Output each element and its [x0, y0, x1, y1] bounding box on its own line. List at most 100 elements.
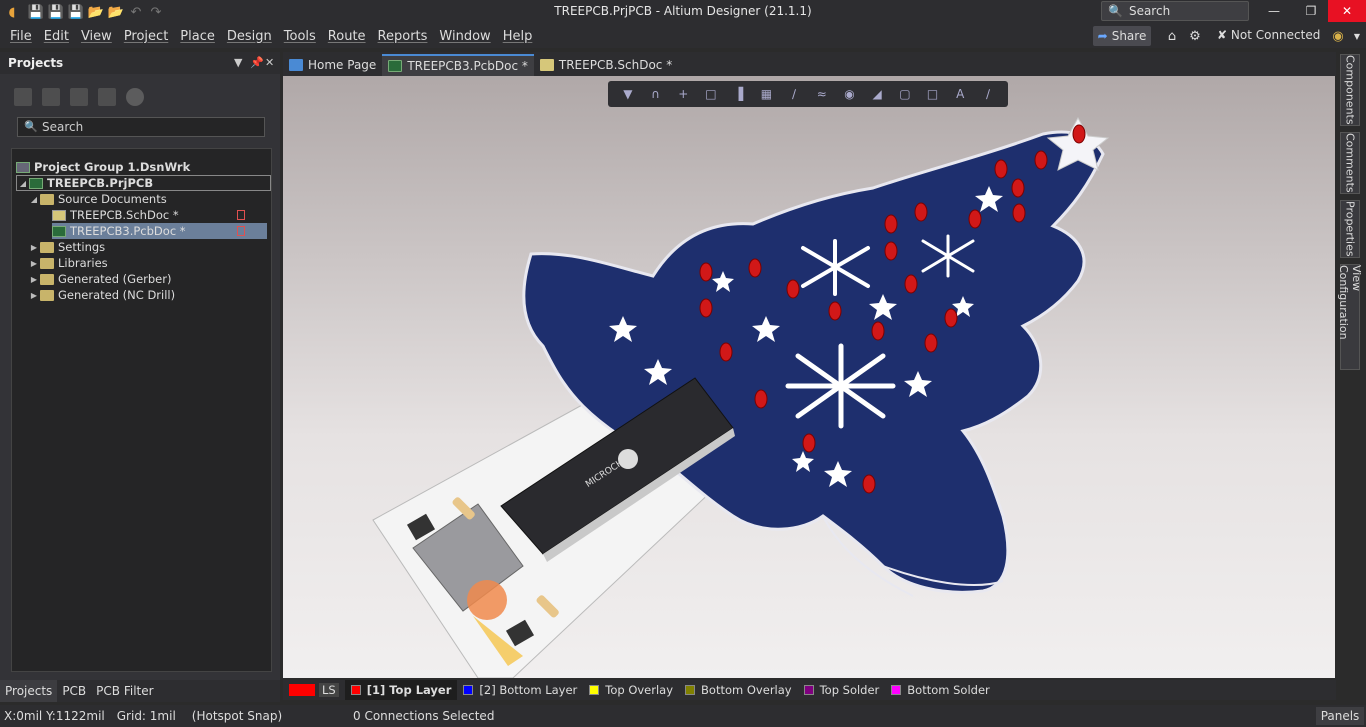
expand-arrow-icon[interactable]: ▶ — [28, 275, 40, 284]
folder-settings-icon[interactable] — [98, 88, 116, 106]
modified-icon — [237, 226, 245, 236]
save-copy-icon[interactable]: 💾 — [66, 2, 86, 22]
save-icon[interactable]: 💾 — [26, 2, 46, 22]
tab-pcbdoc[interactable]: TREEPCB3.PcbDoc * — [382, 54, 534, 76]
keepout-icon[interactable]: □ — [925, 86, 941, 102]
tab-pcb[interactable]: PCB — [57, 680, 91, 702]
line-icon[interactable]: ∕ — [980, 86, 996, 102]
menu-tools[interactable]: Tools — [278, 29, 322, 44]
open-icon[interactable]: 📂 — [86, 2, 106, 22]
menu-reports[interactable]: Reports — [372, 29, 434, 44]
panel-close-icon[interactable]: ✕ — [265, 56, 274, 69]
pin-icon[interactable]: 📌 — [250, 56, 264, 69]
tree-item-gerber[interactable]: ▶ Generated (Gerber) — [28, 271, 283, 287]
menu-view[interactable]: View — [75, 29, 118, 44]
altium-logo-icon: ◖ — [8, 4, 16, 20]
tree-item-source-documents[interactable]: ◢ Source Documents — [28, 191, 283, 207]
via-icon[interactable]: ◉ — [841, 86, 857, 102]
redo-icon[interactable]: ↷ — [146, 2, 166, 22]
folder-icon — [40, 289, 54, 301]
tree-item-group[interactable]: Project Group 1.DsnWrk — [16, 159, 271, 175]
menu-route[interactable]: Route — [322, 29, 372, 44]
compile-icon[interactable] — [42, 88, 60, 106]
minimize-button[interactable]: — — [1256, 0, 1292, 22]
tree-item-schdoc[interactable]: TREEPCB.SchDoc * — [52, 207, 267, 223]
component-icon[interactable]: ▦ — [758, 86, 774, 102]
layer-tab-top-overlay[interactable]: Top Overlay — [583, 680, 679, 700]
polygon-icon[interactable]: ◢ — [869, 86, 885, 102]
route-icon[interactable]: ∕ — [786, 86, 802, 102]
open-project-icon[interactable]: 📂 — [106, 2, 126, 22]
share-button[interactable]: ➦ Share — [1093, 26, 1151, 46]
close-button[interactable]: ✕ — [1328, 0, 1366, 22]
undo-icon[interactable]: ↶ — [126, 2, 146, 22]
panel-tab-components[interactable]: Components — [1340, 54, 1360, 126]
layer-tab-bottom-solder[interactable]: Bottom Solder — [885, 680, 995, 700]
modified-icon — [237, 210, 245, 220]
tree-item-settings[interactable]: ▶ Settings — [28, 239, 283, 255]
project-search-input[interactable]: 🔍 Search — [17, 117, 265, 137]
cursor-coordinates: X:0mil Y:1122mil — [4, 709, 105, 723]
search-icon: 🔍 — [24, 120, 38, 133]
avatar[interactable]: ◉ — [1330, 28, 1346, 44]
menu-place[interactable]: Place — [174, 29, 221, 44]
tab-pcb-filter[interactable]: PCB Filter — [91, 680, 158, 702]
align-icon[interactable]: ▐ — [731, 86, 747, 102]
panel-tab-properties[interactable]: Properties — [1340, 200, 1360, 258]
menu-edit[interactable]: Edit — [38, 29, 75, 44]
menu-design[interactable]: Design — [221, 29, 278, 44]
menu-window[interactable]: Window — [433, 29, 496, 44]
layer-tab-bottom-layer[interactable]: [2] Bottom Layer — [457, 680, 583, 700]
panel-tabs: Projects PCB PCB Filter — [0, 680, 280, 702]
share-icon: ➦ — [1097, 29, 1108, 43]
chevron-down-icon[interactable]: ▼ — [1349, 28, 1365, 44]
tree-item-libraries[interactable]: ▶ Libraries — [28, 255, 283, 271]
add-icon[interactable]: + — [675, 86, 691, 102]
folder-icon — [40, 257, 54, 269]
tab-home-page[interactable]: Home Page — [283, 54, 382, 76]
global-search-input[interactable]: 🔍 Search — [1101, 1, 1249, 21]
select-rect-icon[interactable]: □ — [703, 86, 719, 102]
panel-tab-comments[interactable]: Comments — [1340, 132, 1360, 194]
tab-schdoc[interactable]: TREEPCB.SchDoc * — [534, 54, 678, 76]
open-folder-icon[interactable] — [70, 88, 88, 106]
home-icon[interactable]: ⌂ — [1164, 28, 1180, 44]
menu-project[interactable]: Project — [118, 29, 174, 44]
layer-tab-top-layer[interactable]: [1] Top Layer — [344, 680, 458, 700]
text-icon[interactable]: A — [952, 86, 968, 102]
tab-projects[interactable]: Projects — [0, 680, 58, 702]
magnet-icon[interactable]: ∩ — [648, 86, 664, 102]
filter-icon[interactable]: ▼ — [620, 86, 636, 102]
workspace-icon — [16, 161, 30, 173]
save-all-icon[interactable]: 💾 — [46, 2, 66, 22]
expand-arrow-icon[interactable]: ▶ — [28, 291, 40, 300]
dimension-icon[interactable]: ▢ — [897, 86, 913, 102]
expand-arrow-icon[interactable]: ▶ — [28, 243, 40, 252]
tree-item-pcbdoc[interactable]: TREEPCB3.PcbDoc * — [52, 223, 267, 239]
current-layer-swatch — [289, 684, 315, 696]
panel-toolbar — [14, 88, 144, 106]
panels-button[interactable]: Panels — [1316, 707, 1364, 725]
layer-color-swatch — [685, 685, 696, 695]
project-tree: Project Group 1.DsnWrk ◢ TREEPCB.PrjPCB … — [11, 148, 272, 672]
maximize-button[interactable]: ❐ — [1293, 0, 1329, 22]
diff-pair-icon[interactable]: ≈ — [814, 86, 830, 102]
collapse-arrow-icon[interactable]: ◢ — [28, 195, 40, 204]
tree-item-nc-drill[interactable]: ▶ Generated (NC Drill) — [28, 287, 283, 303]
gear-icon[interactable] — [126, 88, 144, 106]
menu-file[interactable]: File — [4, 29, 38, 44]
panel-tab-view-configuration[interactable]: View Configuration — [1337, 264, 1363, 370]
pcb-3d-viewport[interactable]: MICROCHIP — [283, 76, 1335, 678]
layer-set-selector[interactable]: LS — [283, 680, 345, 700]
menu-help[interactable]: Help — [497, 29, 539, 44]
collapse-arrow-icon[interactable]: ◢ — [17, 179, 29, 188]
connection-status[interactable]: ✘ Not Connected — [1217, 28, 1320, 42]
layer-color-swatch — [891, 685, 902, 695]
expand-arrow-icon[interactable]: ▶ — [28, 259, 40, 268]
layer-tab-top-solder[interactable]: Top Solder — [798, 680, 886, 700]
save-project-icon[interactable] — [14, 88, 32, 106]
panel-menu-icon[interactable]: ▼ — [234, 56, 242, 69]
tree-item-project[interactable]: ◢ TREEPCB.PrjPCB — [16, 175, 271, 191]
folder-icon — [40, 193, 54, 205]
layer-tab-bottom-overlay[interactable]: Bottom Overlay — [679, 680, 798, 700]
